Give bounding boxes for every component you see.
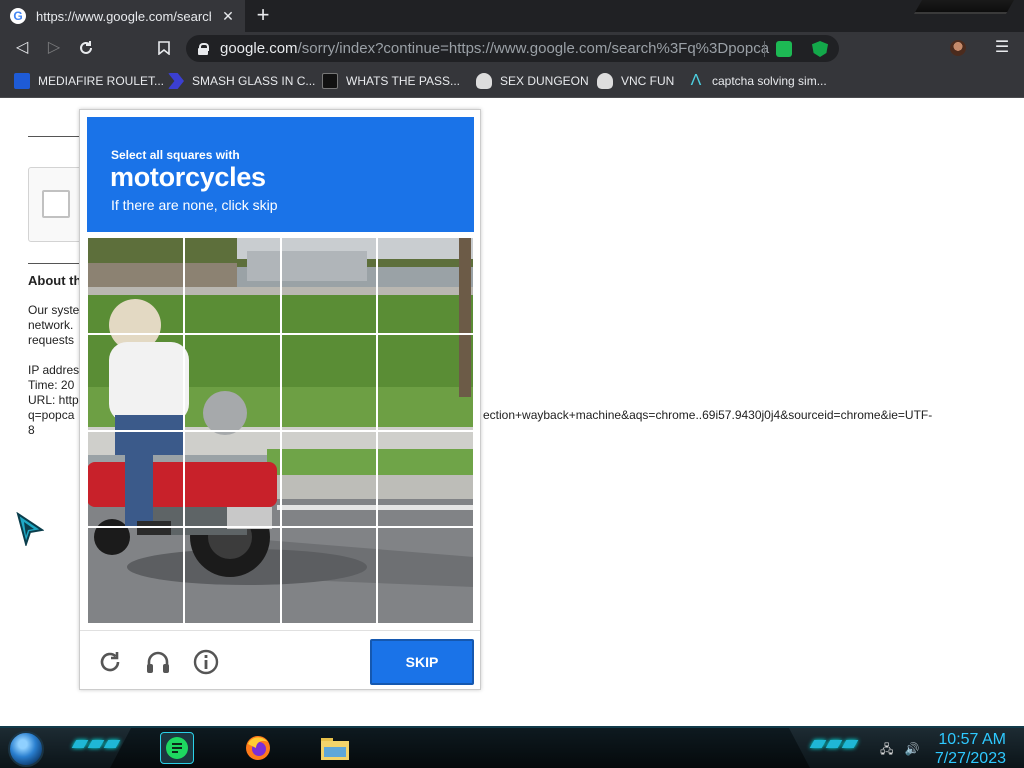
captcha-tile[interactable] bbox=[280, 430, 378, 528]
notes-app-icon[interactable] bbox=[160, 732, 194, 764]
window-controls[interactable] bbox=[914, 0, 1014, 14]
page-text-line: Our syste bbox=[28, 303, 80, 317]
forward-icon[interactable]: ▷ bbox=[42, 36, 66, 60]
profile-avatar[interactable] bbox=[950, 40, 966, 56]
reload-icon[interactable] bbox=[96, 648, 124, 676]
bookmark-mediafire[interactable]: MEDIAFIRE ROULET... bbox=[14, 71, 164, 91]
close-tab-icon[interactable]: ✕ bbox=[219, 7, 237, 25]
bookmark-label: VNC FUN bbox=[621, 74, 675, 88]
bookmark-smash-glass[interactable]: SMASH GLASS IN C... bbox=[168, 71, 315, 91]
captcha-tile[interactable] bbox=[87, 237, 184, 334]
captcha-image-grid bbox=[87, 237, 474, 624]
reload-page-icon[interactable] bbox=[74, 36, 98, 60]
volume-icon[interactable]: 🔊 bbox=[905, 742, 920, 756]
bookmark-label: WHATS THE PASS... bbox=[346, 74, 461, 88]
url-tail: ection+wayback+machine&aqs=chrome..69i57… bbox=[483, 408, 933, 422]
bookmark-sex-dungeon[interactable]: SEX DUNGEON bbox=[476, 71, 589, 91]
bookmark-label: SEX DUNGEON bbox=[500, 74, 589, 88]
url-label: URL: http bbox=[28, 393, 79, 407]
bookmark-star-icon[interactable] bbox=[152, 36, 176, 60]
google-icon: G bbox=[10, 8, 26, 24]
captcha-tile[interactable] bbox=[377, 333, 474, 431]
page-text-line: network. bbox=[28, 318, 74, 332]
back-icon[interactable]: ◁ bbox=[10, 36, 34, 60]
time-label: Time: 20 bbox=[28, 378, 75, 392]
recaptcha-checkbox[interactable] bbox=[42, 190, 70, 218]
tab-title: https://www.google.com/search?q bbox=[36, 8, 211, 24]
info-icon[interactable] bbox=[192, 648, 220, 676]
bracket-icon bbox=[168, 73, 184, 89]
captcha-tile[interactable] bbox=[280, 333, 378, 431]
skip-button[interactable]: SKIP bbox=[370, 639, 474, 685]
bookmark-label: MEDIAFIRE ROULET... bbox=[38, 74, 165, 88]
captcha-instruction: Select all squares with bbox=[111, 148, 240, 162]
browser-toolbar: ◁ ▷ google.com/sorry/index?continue=http… bbox=[0, 32, 1024, 64]
firefox-icon[interactable] bbox=[241, 732, 275, 764]
bookmarks-bar: MEDIAFIRE ROULET... SMASH GLASS IN C... … bbox=[0, 64, 1024, 98]
captcha-footer: SKIP bbox=[80, 630, 480, 690]
skull-icon bbox=[476, 73, 492, 89]
address-domain: google.com bbox=[220, 40, 298, 57]
taskbar-clock[interactable]: 10:57 AM 7/27/2023 bbox=[935, 730, 1006, 768]
bookmark-captcha-solving[interactable]: Λ captcha solving sim... bbox=[688, 71, 827, 91]
captcha-tile[interactable] bbox=[87, 333, 184, 431]
bookmark-label: SMASH GLASS IN C... bbox=[192, 74, 316, 88]
url-continued: q=popca bbox=[28, 408, 75, 422]
captcha-hint: If there are none, click skip bbox=[111, 197, 278, 213]
file-explorer-icon[interactable] bbox=[318, 732, 352, 764]
mediafire-icon bbox=[14, 73, 30, 89]
mouse-cursor-icon bbox=[16, 512, 44, 546]
shield-extension-icon[interactable] bbox=[812, 41, 828, 57]
captcha-header: Select all squares with motorcycles If t… bbox=[87, 117, 474, 232]
captcha-tile[interactable] bbox=[377, 237, 474, 334]
network-icon[interactable]: 🖧 bbox=[880, 742, 893, 756]
url-last: 8 bbox=[28, 423, 35, 437]
captcha-tile[interactable] bbox=[87, 430, 184, 528]
captcha-challenge: Select all squares with motorcycles If t… bbox=[79, 109, 481, 690]
clock-time: 10:57 AM bbox=[938, 731, 1006, 748]
captcha-tile[interactable] bbox=[183, 527, 281, 624]
browser-tab[interactable]: G https://www.google.com/search?q ✕ bbox=[0, 0, 245, 32]
captcha-tile[interactable] bbox=[183, 237, 281, 334]
recaptcha-checkbox-widget[interactable] bbox=[28, 167, 84, 242]
captcha-tile[interactable] bbox=[183, 430, 281, 528]
start-button[interactable] bbox=[8, 731, 44, 767]
lock-icon[interactable] bbox=[198, 42, 209, 55]
bookmark-whats-the-pass[interactable]: WHATS THE PASS... bbox=[322, 71, 460, 91]
page-heading: About th bbox=[28, 273, 82, 288]
terminal-icon bbox=[322, 73, 338, 89]
taskbar: 🖧 🔊 10:57 AM 7/27/2023 bbox=[0, 726, 1024, 768]
menu-icon[interactable]: ☰ bbox=[994, 36, 1010, 60]
taskbar-decoration bbox=[809, 740, 872, 748]
taskbar-dock bbox=[110, 728, 810, 768]
system-tray: 🖧 🔊 bbox=[880, 740, 920, 761]
captcha-tile[interactable] bbox=[87, 527, 184, 624]
ip-address-label: IP addres bbox=[28, 363, 80, 377]
headphones-icon[interactable] bbox=[144, 648, 172, 676]
page-text-line: requests bbox=[28, 333, 75, 347]
tab-strip: G https://www.google.com/search?q ✕ + bbox=[0, 0, 1024, 32]
captcha-target: motorcycles bbox=[110, 162, 266, 192]
captcha-tile[interactable] bbox=[280, 527, 378, 624]
divider bbox=[764, 41, 765, 57]
captcha-tile[interactable] bbox=[377, 527, 474, 624]
bookmark-label: captcha solving sim... bbox=[712, 74, 827, 88]
captcha-tile[interactable] bbox=[183, 333, 281, 431]
lambda-icon: Λ bbox=[690, 72, 702, 89]
address-path: /sorry/index?continue=https://www.google… bbox=[297, 40, 770, 57]
extension-icon[interactable] bbox=[776, 41, 792, 57]
address-bar[interactable]: google.com/sorry/index?continue=https://… bbox=[186, 35, 839, 62]
captcha-tile[interactable] bbox=[280, 237, 378, 334]
skull-icon bbox=[597, 73, 613, 89]
captcha-tile[interactable] bbox=[377, 430, 474, 528]
bookmark-vnc-fun[interactable]: VNC FUN bbox=[597, 71, 674, 91]
clock-date: 7/27/2023 bbox=[934, 750, 1006, 767]
new-tab-button[interactable]: + bbox=[251, 4, 275, 28]
captcha-tiles bbox=[87, 237, 474, 624]
